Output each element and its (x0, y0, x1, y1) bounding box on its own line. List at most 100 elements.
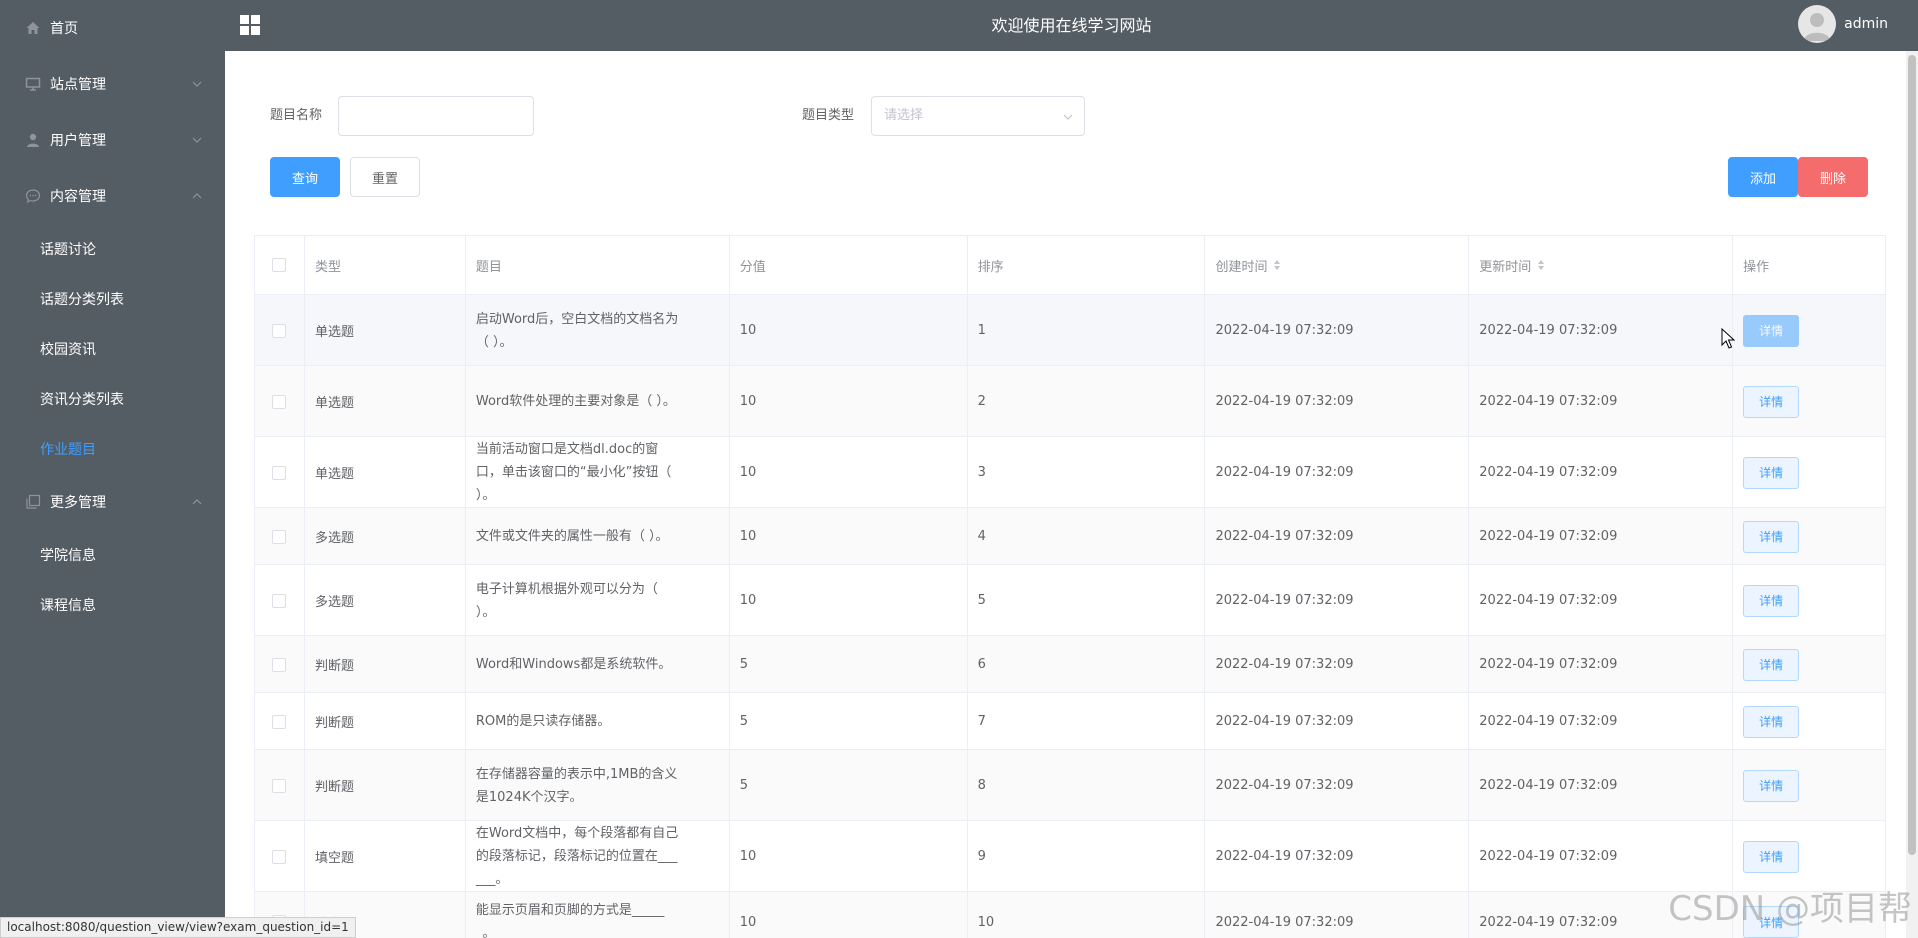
cell-sort: 3 (968, 437, 1206, 508)
cell-title: Word软件处理的主要对象是（ ）。 (466, 366, 730, 437)
cell-title-text: 在存储器容量的表示中,1MB的含义是1024K个汉字。 (475, 766, 678, 805)
cell-sort: 6 (968, 636, 1206, 693)
table-row[interactable]: 判断题 Word和Windows都是系统软件。 5 6 2022-04-19 07:32… (255, 636, 1887, 693)
detail-button[interactable]: 详情 (1743, 520, 1800, 553)
detail-button[interactable]: 详情 (1743, 314, 1800, 347)
cell-type: 判断题 (305, 636, 466, 693)
detail-button[interactable]: 详情 (1743, 840, 1800, 873)
row-select-cell (255, 508, 305, 565)
table-row[interactable]: 多选题 电子计算机根据外观可以分为（ ）。 10 5 2022-04-19 07:32:… (255, 565, 1887, 636)
add-button[interactable]: 添加 (1728, 157, 1798, 197)
cell-updated: 2022-04-19 07:32:09 (1469, 366, 1734, 437)
scrollbar-thumb[interactable] (1908, 55, 1916, 855)
sidebar-item-label: 用户管理 (50, 133, 106, 149)
cell-actions: 详情 (1733, 437, 1887, 508)
cell-updated: 2022-04-19 07:32:09 (1469, 437, 1734, 508)
detail-button[interactable]: 详情 (1743, 385, 1800, 418)
column-header-label: 创建时间 (1215, 259, 1268, 275)
query-button[interactable]: 查询 (270, 157, 340, 197)
sidebar-item-content[interactable]: 内容管理 (0, 168, 225, 224)
detail-button[interactable]: 详情 (1743, 456, 1800, 489)
cell-score: 10 (730, 508, 968, 565)
detail-button[interactable]: 详情 (1743, 769, 1800, 802)
row-checkbox[interactable] (272, 394, 287, 409)
table-row[interactable]: 填空题能显示页眉和页脚的方式是______。10102022-04-19 07:… (255, 892, 1887, 938)
detail-button[interactable]: 详情 (1743, 705, 1800, 738)
question-type-select[interactable]: 请选择 (871, 96, 1085, 136)
cell-title: 当前活动窗口是文档dl.doc的窗口，单击该窗口的“最小化”按钮（ ）。 (466, 437, 730, 508)
sidebar-subitem-topic-category[interactable]: 话题分类列表 (0, 274, 225, 324)
row-checkbox[interactable] (272, 849, 287, 864)
cell-sort: 4 (968, 508, 1206, 565)
cell-score: 5 (730, 693, 968, 750)
page-scrollbar[interactable] (1906, 51, 1918, 938)
question-name-input[interactable] (338, 96, 534, 136)
table-row[interactable]: 判断题 ROM的是只读存储器。 5 7 2022-04-19 07:32:09 2022-… (255, 693, 1887, 750)
delete-button[interactable]: 删除 (1798, 157, 1868, 197)
cell-created: 2022-04-19 07:32:09 (1205, 636, 1470, 693)
table-body: 单选题 启动Word后，空白文档的文档名为（ ）。 10 1 2022-04-19 07… (255, 295, 1887, 938)
cell-actions: 详情 (1733, 565, 1887, 636)
detail-button[interactable]: 详情 (1743, 648, 1800, 681)
main-content: 题目名称 题目类型 请选择 查询 重置 添加 删除 类型 题目 分值 排序 创建… (234, 58, 1906, 938)
cell-title-text: ROM的是只读存储器。 (475, 714, 611, 729)
sidebar-subitem-campus-news[interactable]: 校园资讯 (0, 324, 225, 374)
row-checkbox[interactable] (272, 657, 287, 672)
column-header-created[interactable]: 创建时间 (1205, 236, 1470, 294)
column-header-type: 类型 (305, 236, 466, 294)
cell-sort: 8 (968, 750, 1206, 821)
cell-title-text: 在Word文档中，每个段落都有自己的段落标记，段落标记的位置在______。 (475, 826, 679, 887)
cell-actions: 详情 (1733, 750, 1887, 821)
sort-caret-icon[interactable] (1537, 259, 1545, 271)
chevron-down-icon (1062, 111, 1074, 123)
cell-created: 2022-04-19 07:32:09 (1205, 366, 1470, 437)
cell-type: 单选题 (305, 295, 466, 366)
sidebar-subitem-news-category[interactable]: 资讯分类列表 (0, 374, 225, 424)
monitor-icon (24, 75, 42, 93)
row-checkbox[interactable] (272, 593, 287, 608)
cell-sort: 7 (968, 693, 1206, 750)
cell-sort: 5 (968, 565, 1206, 636)
cell-score: 10 (730, 892, 968, 938)
table-row[interactable]: 单选题 启动Word后，空白文档的文档名为（ ）。 10 1 2022-04-19 07… (255, 295, 1887, 366)
column-header-label: 更新时间 (1479, 259, 1532, 275)
cell-actions: 详情 (1733, 693, 1887, 750)
sidebar-subitem-homework-questions[interactable]: 作业题目 (0, 424, 225, 474)
table-row[interactable]: 填空题 在Word文档中，每个段落都有自己的段落标记，段落标记的位置在______… (255, 821, 1887, 892)
user-menu[interactable]: admin (1798, 5, 1888, 43)
row-checkbox[interactable] (272, 529, 287, 544)
row-checkbox[interactable] (272, 465, 287, 480)
sidebar: 首页 站点管理 用户管理 内容管理 话题讨论 话题分类列表 校园资讯 资讯分类列… (0, 0, 225, 938)
column-header-score: 分值 (730, 236, 968, 294)
sidebar-subitem-course-info[interactable]: 课程信息 (0, 580, 225, 630)
table-row[interactable]: 单选题 Word软件处理的主要对象是（ ）。 10 2 2022-04-19 07:32… (255, 366, 1887, 437)
table-row[interactable]: 多选题 文件或文件夹的属性一般有（ ）。 10 4 2022-04-19 07:32:0… (255, 508, 1887, 565)
sidebar-item-site[interactable]: 站点管理 (0, 56, 225, 112)
sidebar-subitem-topic-discussion[interactable]: 话题讨论 (0, 224, 225, 274)
select-placeholder: 请选择 (884, 108, 924, 123)
cell-type: 单选题 (305, 366, 466, 437)
cell-title-text: 当前活动窗口是文档dl.doc的窗口，单击该窗口的“最小化”按钮（ ）。 (475, 442, 672, 503)
table-row[interactable]: 单选题 当前活动窗口是文档dl.doc的窗口，单击该窗口的“最小化”按钮（ ）。 1… (255, 437, 1887, 508)
sidebar-item-home[interactable]: 首页 (0, 0, 225, 56)
sidebar-subitem-college-info[interactable]: 学院信息 (0, 530, 225, 580)
column-header-sort: 排序 (968, 236, 1206, 294)
row-checkbox[interactable] (272, 778, 287, 793)
cell-type: 判断题 (305, 750, 466, 821)
cell-created: 2022-04-19 07:32:09 (1205, 437, 1470, 508)
sort-caret-icon[interactable] (1273, 259, 1281, 271)
chat-icon (24, 187, 42, 205)
select-all-checkbox[interactable] (272, 258, 287, 272)
row-select-cell (255, 750, 305, 821)
table-row[interactable]: 判断题 在存储器容量的表示中,1MB的含义是1024K个汉字。 5 8 2022-04-… (255, 750, 1887, 821)
reset-button[interactable]: 重置 (350, 157, 420, 197)
sidebar-item-users[interactable]: 用户管理 (0, 112, 225, 168)
select-all-cell (255, 236, 305, 294)
column-header-updated[interactable]: 更新时间 (1469, 236, 1734, 294)
row-checkbox[interactable] (272, 323, 287, 338)
row-checkbox[interactable] (272, 714, 287, 729)
detail-button[interactable]: 详情 (1743, 584, 1800, 617)
avatar[interactable] (1798, 5, 1837, 43)
sidebar-item-more[interactable]: 更多管理 (0, 474, 225, 530)
cell-score: 10 (730, 295, 968, 366)
